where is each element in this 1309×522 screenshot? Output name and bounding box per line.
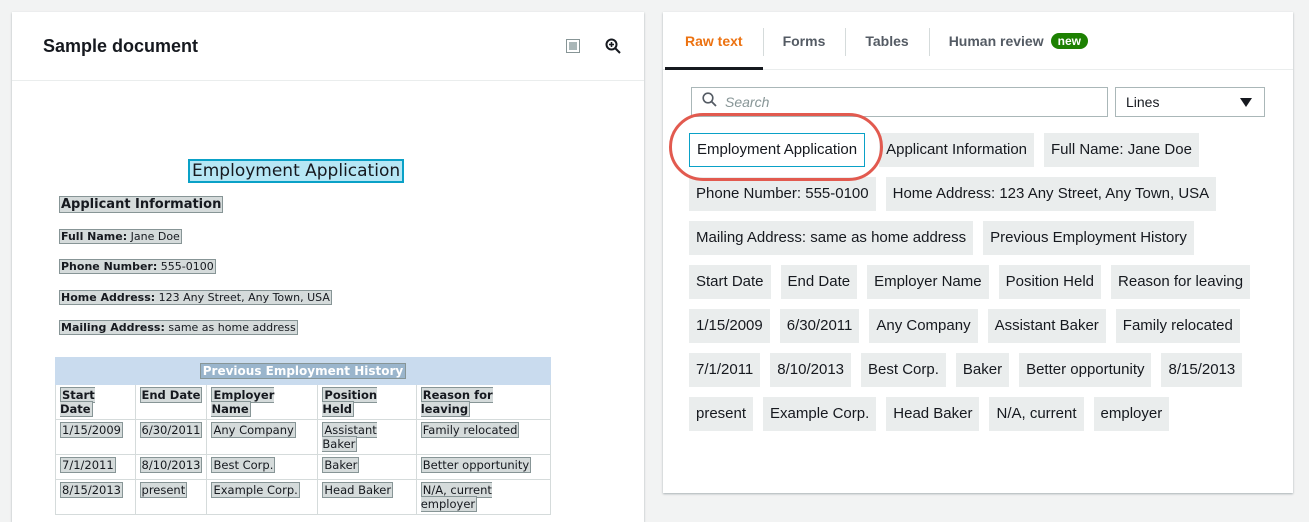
text-line-chip[interactable]: Assistant Baker bbox=[987, 309, 1106, 343]
document-title[interactable]: Employment Application bbox=[188, 159, 405, 183]
text-line-chip[interactable]: Employer Name bbox=[867, 265, 989, 299]
text-line-chip[interactable]: present bbox=[689, 397, 754, 431]
table-cell[interactable]: 8/10/2013 bbox=[134, 454, 208, 480]
text-line-chip[interactable]: Family relocated bbox=[1115, 309, 1240, 343]
search-icon bbox=[702, 92, 717, 112]
document-field-mailing-address[interactable]: Mailing Address: same as home address bbox=[59, 320, 298, 335]
text-line-chip[interactable]: Phone Number: 555-0100 bbox=[689, 177, 876, 211]
raw-text-lines: Employment Application Applicant Informat… bbox=[689, 133, 1279, 441]
text-line-chip[interactable]: Example Corp. bbox=[763, 397, 877, 431]
text-line-chip[interactable]: Full Name: Jane Doe bbox=[1044, 133, 1199, 167]
text-line-chip[interactable]: 6/30/2011 bbox=[779, 309, 860, 343]
search-input[interactable]: Search bbox=[691, 87, 1108, 117]
table-header-cell[interactable]: End Date bbox=[134, 384, 208, 420]
tab-raw-text[interactable]: Raw text bbox=[665, 12, 763, 70]
table-cell[interactable]: Family relocated bbox=[415, 419, 552, 455]
text-line-chip[interactable]: Baker bbox=[955, 353, 1010, 387]
table-cell[interactable]: Better opportunity bbox=[415, 454, 552, 480]
table-cell[interactable]: Head Baker bbox=[317, 479, 417, 515]
table-cell[interactable]: present bbox=[134, 479, 208, 515]
table-header-row: Start Date End Date Employer Name Positi… bbox=[55, 384, 552, 420]
table-row: 8/15/2013 present Example Corp. Head Bak… bbox=[55, 479, 552, 515]
zoom-in-icon[interactable] bbox=[604, 37, 622, 55]
text-line-chip[interactable]: Applicant Information bbox=[879, 133, 1035, 167]
text-line-chip[interactable]: 1/15/2009 bbox=[689, 309, 770, 343]
tab-forms[interactable]: Forms bbox=[762, 12, 846, 69]
table-header-cell[interactable]: Position Held bbox=[317, 384, 417, 420]
text-line-chip[interactable]: Position Held bbox=[998, 265, 1102, 299]
table-cell[interactable]: 8/15/2013 bbox=[55, 479, 136, 515]
table-row: 7/1/2011 8/10/2013 Best Corp. Baker Bett… bbox=[55, 454, 552, 480]
text-line-chip[interactable]: Any Company bbox=[869, 309, 978, 343]
results-panel: Raw text Forms Tables Human review new S… bbox=[663, 12, 1293, 493]
panel-title: Sample document bbox=[43, 35, 199, 56]
document-preview-header: Sample document bbox=[12, 12, 644, 81]
table-cell[interactable]: N/A, current employer bbox=[415, 479, 552, 515]
text-line-chip[interactable]: 8/10/2013 bbox=[770, 353, 852, 387]
document-field-full-name[interactable]: Full Name: Jane Doe bbox=[59, 229, 182, 244]
table-cell[interactable]: Baker bbox=[317, 454, 417, 480]
text-line-chip[interactable]: Mailing Address: same as home address bbox=[689, 221, 974, 255]
tab-tables[interactable]: Tables bbox=[845, 12, 928, 69]
granularity-select[interactable]: Lines bbox=[1115, 87, 1265, 117]
text-line-chip[interactable]: Reason for leaving bbox=[1111, 265, 1251, 299]
table-row: 1/15/2009 6/30/2011 Any Company Assistan… bbox=[55, 419, 552, 455]
new-badge: new bbox=[1050, 32, 1088, 49]
select-value: Lines bbox=[1126, 94, 1160, 110]
text-line-chip[interactable]: 8/15/2013 bbox=[1161, 353, 1243, 387]
table-header-cell[interactable]: Start Date bbox=[55, 384, 136, 420]
search-placeholder: Search bbox=[725, 94, 770, 110]
employment-history-table: Previous Employment History Start Date E… bbox=[55, 357, 552, 515]
filter-controls: Search Lines bbox=[691, 87, 1265, 117]
document-preview-panel: Sample document Employment Application A… bbox=[12, 12, 644, 522]
document-section-heading[interactable]: Applicant Information bbox=[59, 196, 224, 213]
text-line-chip[interactable]: N/A, current bbox=[989, 397, 1084, 431]
text-line-chip[interactable]: Start Date bbox=[689, 265, 771, 299]
table-cell[interactable]: 6/30/2011 bbox=[134, 419, 208, 455]
grid-icon[interactable] bbox=[564, 37, 582, 55]
text-line-chip[interactable]: Head Baker bbox=[886, 397, 980, 431]
document-field-home-address[interactable]: Home Address: 123 Any Street, Any Town, … bbox=[59, 290, 332, 305]
text-line-chip[interactable]: Home Address: 123 Any Street, Any Town, … bbox=[885, 177, 1217, 211]
tab-human-review[interactable]: Human review new bbox=[928, 12, 1108, 69]
text-line-chip[interactable]: Previous Employment History bbox=[983, 221, 1194, 255]
table-header-cell[interactable]: Employer Name bbox=[206, 384, 319, 420]
text-line-chip[interactable]: employer bbox=[1093, 397, 1170, 431]
text-line-chip[interactable]: Better opportunity bbox=[1019, 353, 1152, 387]
table-caption[interactable]: Previous Employment History bbox=[55, 357, 551, 385]
table-cell[interactable]: 1/15/2009 bbox=[55, 419, 136, 455]
table-header-cell[interactable]: Reason for leaving bbox=[415, 384, 552, 420]
table-cell[interactable]: Example Corp. bbox=[206, 479, 319, 515]
table-cell[interactable]: Assistant Baker bbox=[317, 419, 417, 455]
table-cell[interactable]: 7/1/2011 bbox=[55, 454, 136, 480]
text-line-chip[interactable]: Employment Application bbox=[689, 133, 866, 167]
table-cell[interactable]: Any Company bbox=[206, 419, 319, 455]
document-field-phone[interactable]: Phone Number: 555-0100 bbox=[59, 259, 216, 274]
text-line-chip[interactable]: Best Corp. bbox=[861, 353, 946, 387]
results-tabs: Raw text Forms Tables Human review new bbox=[663, 12, 1293, 70]
text-line-chip[interactable]: 7/1/2011 bbox=[689, 353, 761, 387]
caret-down-icon bbox=[1240, 94, 1252, 110]
table-cell[interactable]: Best Corp. bbox=[206, 454, 319, 480]
text-line-chip[interactable]: End Date bbox=[780, 265, 858, 299]
